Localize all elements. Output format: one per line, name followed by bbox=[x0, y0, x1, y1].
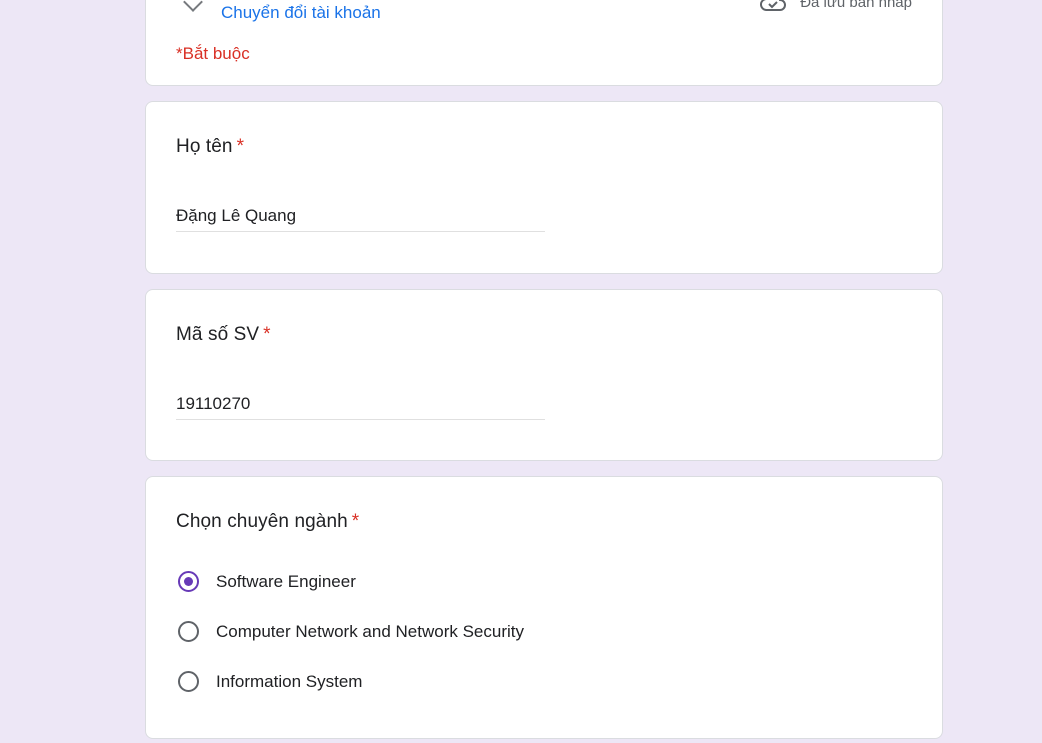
radio-button[interactable] bbox=[176, 619, 201, 644]
required-asterisk: * bbox=[263, 324, 271, 345]
required-asterisk: * bbox=[351, 511, 360, 532]
radio-unselected-icon bbox=[178, 621, 199, 642]
question-title-text: Họ tên bbox=[176, 136, 233, 157]
student-id-input[interactable] bbox=[176, 394, 545, 420]
radio-selected-icon bbox=[178, 571, 199, 592]
radio-label: Software Engineer bbox=[216, 571, 356, 591]
switch-account-link[interactable]: Chuyển đổi tài khoản bbox=[221, 3, 381, 23]
saved-draft-status: Đã lưu bản nháp bbox=[760, 0, 912, 13]
required-asterisk: * bbox=[236, 136, 245, 157]
question-card-name: Họ tên * bbox=[145, 101, 943, 274]
question-title-text: Mã số SV bbox=[176, 324, 260, 345]
radio-label: Computer Network and Network Security bbox=[216, 621, 525, 641]
radio-label: Information System bbox=[216, 671, 363, 691]
question-card-student-id: Mã số SV * bbox=[145, 289, 943, 461]
question-title-text: Chọn chuyên ngành bbox=[176, 511, 348, 532]
question-card-major: Chọn chuyên ngành * Software Engineer Com… bbox=[145, 476, 943, 739]
form-header-card: Chuyển đổi tài khoản Đã lưu bản nháp *Bắ… bbox=[145, 0, 943, 86]
radio-option-computer-network[interactable]: Computer Network and Network Security bbox=[176, 619, 524, 644]
radio-option-software-engineer[interactable]: Software Engineer bbox=[176, 569, 356, 594]
saved-draft-text: Đã lưu bản nháp bbox=[800, 0, 912, 11]
question-title-name: Họ tên * bbox=[176, 136, 244, 158]
radio-button[interactable] bbox=[176, 669, 201, 694]
account-icon bbox=[183, 0, 203, 12]
question-title-major: Chọn chuyên ngành * bbox=[176, 511, 359, 533]
radio-unselected-icon bbox=[178, 671, 199, 692]
name-input[interactable] bbox=[176, 206, 545, 232]
radio-button[interactable] bbox=[176, 569, 201, 594]
radio-option-information-system[interactable]: Information System bbox=[176, 669, 362, 694]
required-note: *Bắt buộc bbox=[176, 44, 250, 63]
cloud-check-icon bbox=[760, 0, 787, 11]
question-title-student-id: Mã số SV * bbox=[176, 324, 271, 346]
